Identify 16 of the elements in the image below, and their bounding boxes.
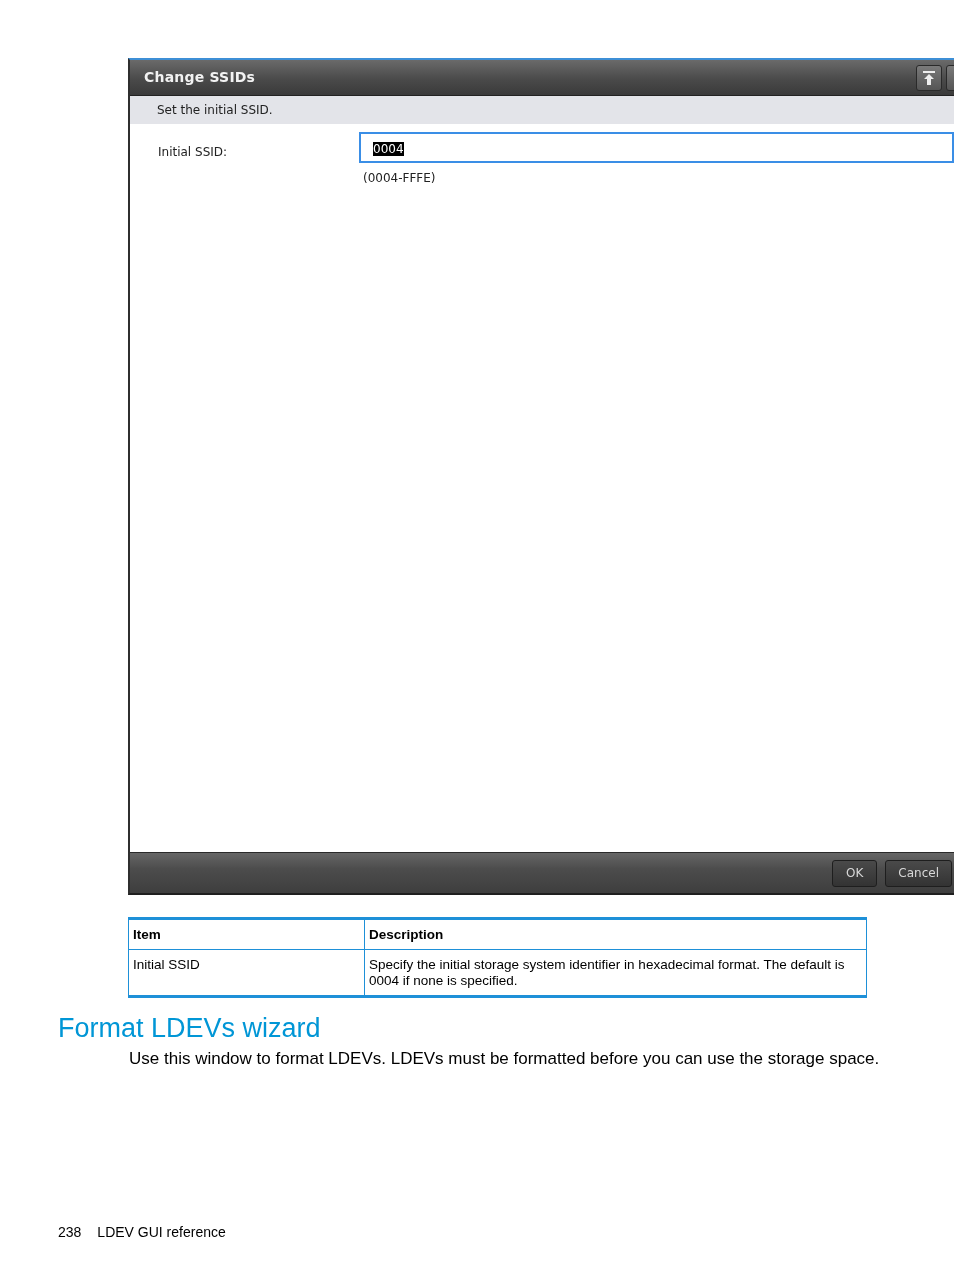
ok-button[interactable]: OK (832, 859, 878, 887)
instruction-text: Set the initial SSID. (157, 102, 273, 119)
range-hint: (0004-FFFE) (363, 170, 436, 187)
dialog-title: Change SSIDs (144, 68, 257, 87)
pin-button[interactable] (916, 64, 942, 91)
footer-title: LDEV GUI reference (97, 1223, 226, 1242)
field-label: Initial SSID: (158, 144, 229, 161)
column-header: Item (128, 918, 365, 950)
section-text: Use this window to format LDEVs. LDEVs must be formatted before you can use the storage space. (129, 1048, 881, 1070)
page-number: 238 (58, 1223, 82, 1242)
ssid-input-field[interactable]: 0004 (359, 132, 954, 163)
cancel-button[interactable]: Cancel (885, 859, 952, 887)
section-heading: Format LDEVs wizard (58, 1012, 322, 1044)
arrow-up-bar-icon (922, 70, 936, 85)
table-cell: Initial SSID (128, 949, 365, 997)
column-header: Description (364, 918, 867, 950)
